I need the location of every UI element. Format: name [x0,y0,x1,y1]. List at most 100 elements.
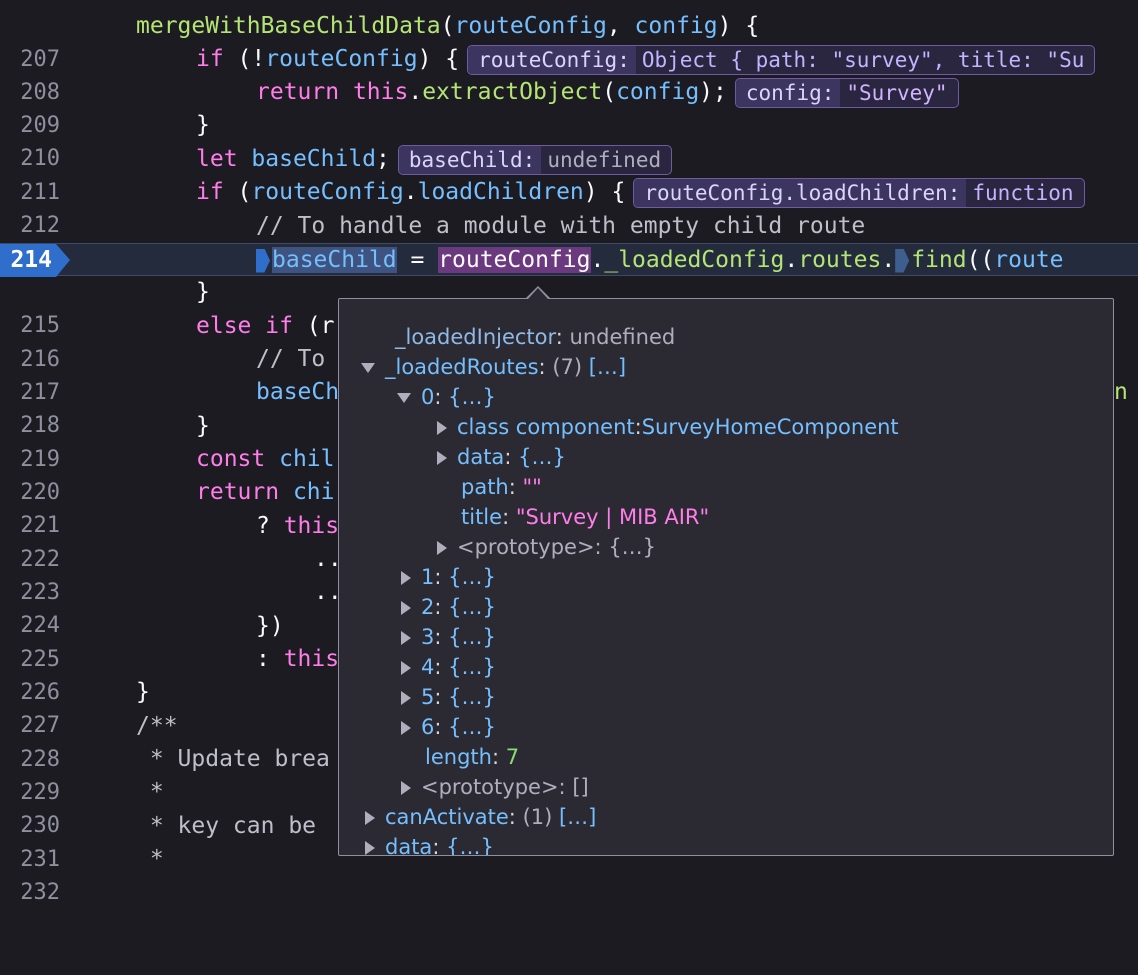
expand-toggle-icon[interactable] [401,631,411,645]
array-count: (1) [522,805,559,829]
expand-toggle-icon[interactable] [361,363,375,373]
property[interactable]: routes [798,247,881,273]
code-text: ); [699,79,727,105]
expand-toggle-icon[interactable] [401,781,411,795]
object-property-row[interactable]: <prototype>: {…} [437,532,656,562]
object-property-row[interactable]: 3: {…} [401,622,496,652]
selected-identifier[interactable]: baseChild [272,247,397,273]
separator: : [434,625,449,649]
expand-toggle-icon[interactable] [397,393,411,403]
expand-toggle-icon[interactable] [437,421,447,435]
current-line-number[interactable]: 214 [0,244,56,277]
inline-preview-chip[interactable]: routeConfig.loadChildren: function [633,177,1085,208]
code-line: 208 if (!routeConfig) {routeConfig: Objec… [0,43,1138,105]
identifier[interactable]: baseChild [251,146,376,172]
identifier[interactable]: chi [279,479,335,505]
breakpoint-position-icon[interactable] [256,248,270,273]
property-key: 1 [421,565,435,589]
object-property-row[interactable]: _loadedInjector: undefined [395,322,675,352]
property-value: "" [522,475,542,499]
expand-toggle-icon[interactable] [401,721,411,735]
chip-key: config: [735,78,841,107]
code-text: . [881,247,896,273]
identifier[interactable]: chil [265,446,334,472]
separator: : [434,655,449,679]
separator: : [434,685,449,709]
property-key: 3 [421,625,435,649]
expand-toggle-icon[interactable] [401,661,411,675]
object-property-row[interactable]: <prototype>: [] [401,772,589,802]
identifier[interactable]: baseCh [256,376,339,409]
property-value: undefined [569,325,676,349]
identifier[interactable]: routeConfig [455,13,607,39]
object-property-row[interactable]: 2: {…} [401,592,496,622]
property-value: […] [588,355,627,379]
object-property-row[interactable]: 5: {…} [401,682,496,712]
property-value: {…} [446,835,494,856]
property-key: <prototype> [457,535,595,559]
expand-toggle-icon[interactable] [437,541,447,555]
object-property-row[interactable]: 1: {…} [401,562,496,592]
code-text: ) { [583,179,626,205]
hovered-identifier[interactable]: routeConfig [438,247,591,273]
property-key: canActivate [385,805,509,829]
object-property-row[interactable]: 4: {…} [401,652,496,682]
keyword: else if [196,313,293,339]
separator: : [634,415,642,439]
expand-toggle-icon[interactable] [437,451,447,465]
comment: // To [256,346,326,372]
code-text: ; [376,146,390,172]
line-number[interactable]: 232 [0,876,60,909]
separator: : [508,805,523,829]
identifier[interactable]: routeConfig [265,46,417,72]
expand-toggle-icon[interactable] [401,571,411,585]
function-name: extractObject [422,79,603,105]
object-property-row[interactable]: _loadedRoutes: (7) […] [361,352,626,382]
comment: /** [136,713,178,739]
object-property-row[interactable]: path: "" [461,472,542,502]
code-text: . [408,79,423,105]
code-text: : [256,646,284,672]
property-key: title [461,505,503,529]
separator: : [508,475,523,499]
property-key: path [461,475,509,499]
separator: : [558,775,573,799]
function-name: mergeWithBaseChildData [136,13,441,39]
code-text: ( [602,79,617,105]
property-key: _loadedRoutes [385,355,539,379]
identifier[interactable]: config [616,79,699,105]
object-property-row[interactable]: canActivate: (1) […] [365,802,596,832]
inline-preview-chip[interactable]: config: "Survey" [734,77,959,108]
inline-preview-chip[interactable]: baseChild: undefined [397,144,673,175]
expand-toggle-icon[interactable] [365,841,375,855]
object-property-row[interactable]: title: "Survey | MIB AIR" [461,502,709,532]
identifier[interactable]: config [635,13,718,39]
code-line: 213 // To handle a module with empty chi… [0,210,1138,272]
keyword: return [256,79,340,105]
inline-preview-chip[interactable]: routeConfig: Object { path: "survey", tit… [467,44,1096,75]
property[interactable]: _loadedConfig [604,247,784,273]
object-property-row[interactable]: data: {…} [437,442,566,472]
object-property-row[interactable]: data: {…} [365,832,494,856]
identifier[interactable]: loadChildren [418,179,584,205]
chip-value: Object { path: "survey", title: "Su [641,47,1085,72]
code-text: . [784,247,799,273]
object-property-row[interactable]: class component:SurveyHomeComponent [437,412,899,442]
object-property-row[interactable]: 0: {…} [397,382,496,412]
chip-value: "Survey" [846,80,948,105]
identifier[interactable]: route [994,247,1063,273]
current-execution-line: 214 baseChild = routeConfig._loadedConfi… [0,243,1138,277]
comment: * [136,779,164,805]
expand-toggle-icon[interactable] [401,691,411,705]
expand-toggle-icon[interactable] [365,811,375,825]
object-property-row[interactable]: length: 7 [425,742,519,772]
property-key: data [385,835,433,856]
property-value: "Survey | MIB AIR" [515,505,710,529]
chip-key: baseChild: [398,145,542,174]
object-property-row[interactable]: 6: {…} [401,712,496,742]
property-value: {…} [448,715,496,739]
identifier[interactable]: routeConfig [251,179,403,205]
code-text: } [196,413,210,439]
expand-toggle-icon[interactable] [401,601,411,615]
breakpoint-position-icon[interactable] [895,248,910,273]
